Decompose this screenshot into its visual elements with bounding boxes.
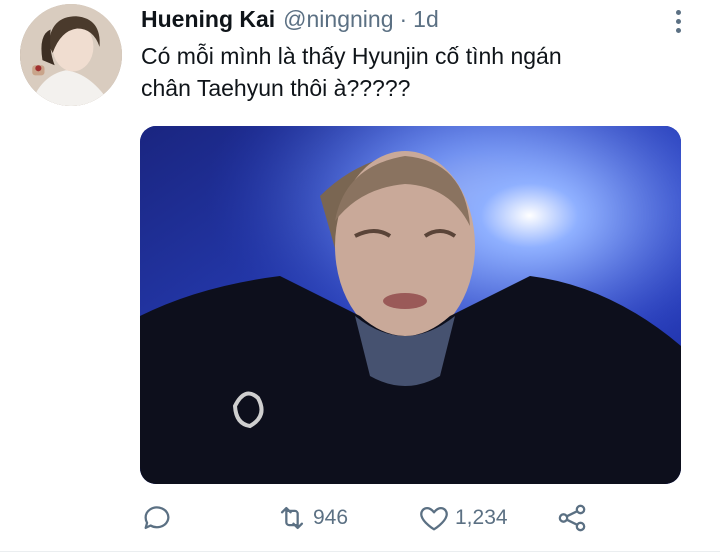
- user-handle[interactable]: @ningning: [283, 6, 393, 33]
- more-vertical-icon: [675, 9, 681, 15]
- share-button[interactable]: [555, 498, 589, 538]
- more-vertical-icon-dot: [675, 18, 681, 24]
- tweet-media-photo[interactable]: [140, 126, 681, 484]
- tweet-actions: 946 1,234: [140, 498, 620, 538]
- share-icon: [558, 504, 586, 532]
- more-vertical-icon-dot: [675, 27, 681, 33]
- heart-icon: [420, 506, 448, 531]
- tweet-text-line: Có mỗi mình là thấy Hyunjin cố tình ngán: [141, 43, 562, 69]
- divider: [0, 551, 720, 552]
- photo-media-icon: [140, 126, 681, 484]
- retweet-count: 946: [313, 506, 349, 529]
- tweet-text: Có mỗi mình là thấy Hyunjin cố tình ngán…: [141, 40, 681, 104]
- tweet[interactable]: Huening Kai @ningning · 1d Có mỗi mình l…: [0, 0, 720, 555]
- tweet-header: Huening Kai @ningning · 1d: [141, 6, 439, 36]
- separator-dot: ·: [399, 6, 408, 32]
- reply-button[interactable]: [140, 498, 174, 538]
- avatar-photo-icon: [20, 4, 122, 106]
- retweet-button[interactable]: 946: [275, 498, 348, 538]
- more-options-button[interactable]: [664, 6, 692, 36]
- tweet-text-line: chân Taehyun thôi à?????: [141, 75, 411, 101]
- avatar[interactable]: [20, 4, 122, 106]
- timestamp[interactable]: 1d: [413, 6, 439, 33]
- like-button[interactable]: 1,234: [417, 498, 508, 538]
- reply-icon: [144, 506, 170, 530]
- like-count: 1,234: [455, 506, 508, 529]
- display-name[interactable]: Huening Kai: [141, 6, 275, 33]
- retweet-icon: [280, 506, 304, 530]
